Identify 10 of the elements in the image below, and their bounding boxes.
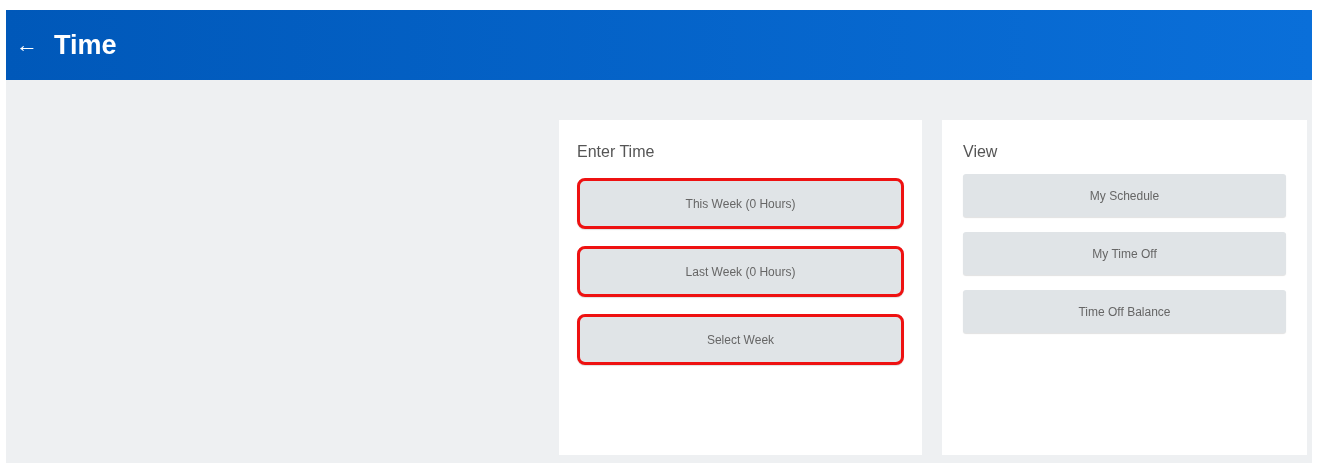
action-button[interactable]: Last Week (0 Hours) [577,246,904,297]
back-button[interactable]: ← [16,34,38,56]
action-button[interactable]: Select Week [577,314,904,365]
action-button[interactable]: My Time Off [963,232,1286,275]
action-button[interactable]: My Schedule [963,174,1286,217]
action-button[interactable]: This Week (0 Hours) [577,178,904,229]
action-button[interactable]: Time Off Balance [963,290,1286,333]
panel-title: Enter Time [577,142,656,162]
panel-title: View [963,142,999,162]
page-title: Time [54,28,117,62]
